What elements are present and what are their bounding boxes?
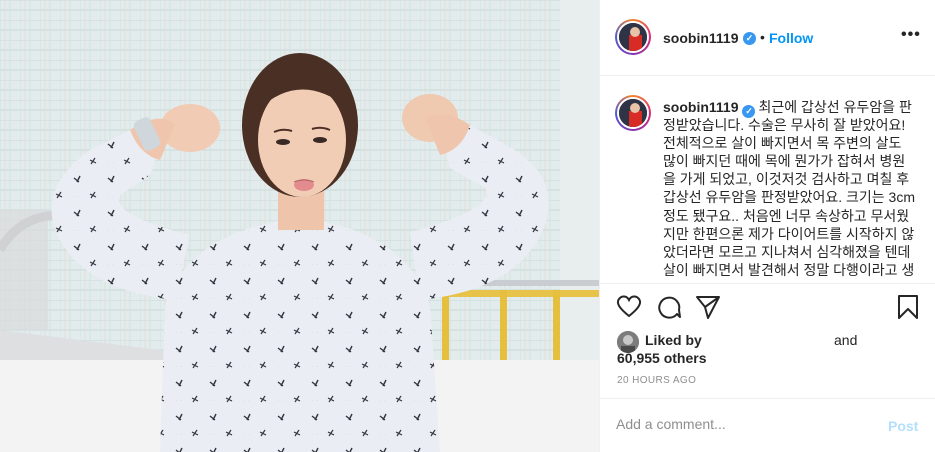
separator-dot: • (760, 29, 765, 45)
post-details-panel: soobin1119 ✓ • Follow ••• soobin1119 ✓ 최근에… (599, 0, 935, 452)
likes-count[interactable]: 60,955 others (617, 350, 707, 366)
author-username[interactable]: soobin1119 (663, 30, 738, 46)
follow-button[interactable]: Follow (769, 30, 813, 46)
author-avatar[interactable] (615, 19, 651, 55)
comment-bar: Post (600, 398, 935, 452)
post-timestamp[interactable]: 20 HOURS AGO (617, 375, 696, 386)
avatar-image (619, 23, 647, 51)
caption-section: soobin1119 ✓ 최근에 갑상선 유두암을 판정받았습니다. 수술은 무사히… (600, 76, 935, 284)
post-header: soobin1119 ✓ • Follow ••• (600, 0, 935, 76)
caption-author-avatar[interactable] (615, 95, 651, 131)
comment-icon[interactable] (656, 294, 682, 325)
comment-input[interactable] (616, 416, 866, 432)
photo-illustration: ᆞᆞ (0, 0, 599, 452)
likes-section: Liked by and 60,955 others (600, 330, 935, 370)
and-text: and (834, 332, 858, 348)
avatar-image (619, 99, 647, 127)
heart-icon[interactable] (616, 294, 642, 323)
share-icon[interactable] (695, 294, 721, 325)
caption-body: 최근에 갑상선 유두암을 판정받았습니다. 수술은 무사히 잘 받았어요! 전체… (663, 99, 915, 278)
instagram-post-modal: ᆞᆞ (0, 0, 935, 452)
verified-badge-icon: ✓ (743, 32, 756, 45)
more-options-icon[interactable]: ••• (901, 26, 921, 44)
liked-by-text: Liked by (645, 332, 702, 348)
liked-by-label: Liked by (645, 332, 702, 348)
post-comment-button[interactable]: Post (888, 418, 918, 434)
caption-text: soobin1119 ✓ 최근에 갑상선 유두암을 판정받았습니다. 수술은 무사히… (663, 98, 918, 279)
bookmark-icon[interactable] (897, 294, 919, 325)
action-bar (600, 284, 935, 332)
post-photo[interactable]: ᆞᆞ (0, 0, 599, 452)
caption-username[interactable]: soobin1119 (663, 99, 738, 115)
